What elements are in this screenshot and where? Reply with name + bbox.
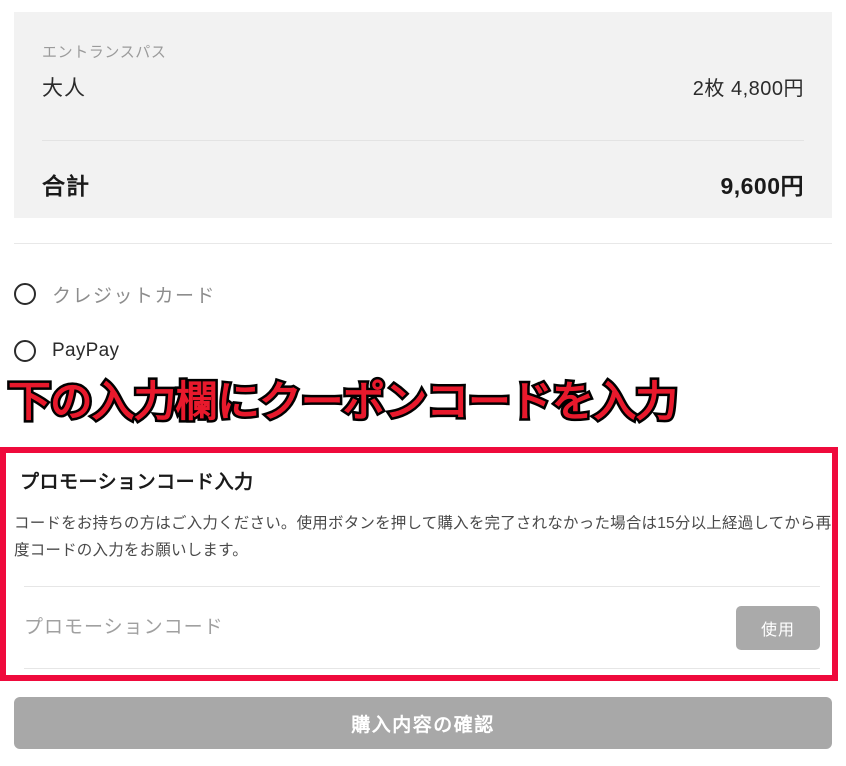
order-summary-card: エントランスパス 大人 2枚 4,800円 合計 9,600円 (14, 12, 832, 218)
payment-option-paypay[interactable]: PayPay (14, 333, 832, 369)
order-item-category: エントランスパス (42, 44, 167, 61)
order-total-row: 合計 9,600円 (42, 167, 804, 201)
payment-method-list: クレジットカード PayPay (14, 276, 832, 390)
order-total-label: 合計 (42, 173, 90, 199)
order-item-price: 2枚 4,800円 (692, 78, 804, 100)
radio-unchecked-icon[interactable] (14, 283, 36, 305)
radio-unchecked-icon[interactable] (14, 340, 36, 362)
summary-divider (42, 140, 804, 141)
promotion-code-description: コードをお持ちの方はご入力ください。使用ボタンを押して購入を完了されなかった場合… (14, 515, 832, 560)
payment-option-label: PayPay (52, 340, 120, 361)
promotion-field-bottom-divider (24, 668, 820, 669)
payment-option-credit-card[interactable]: クレジットカード (14, 276, 832, 312)
promotion-code-title: プロモーションコード入力 (20, 472, 254, 493)
promotion-code-input[interactable] (24, 607, 736, 648)
order-item-name: 大人 (42, 77, 86, 100)
confirm-purchase-button[interactable]: 購入内容の確認 (14, 697, 832, 749)
section-divider (14, 243, 832, 244)
instruction-annotation-overlay: 下の入力欄にクーポンコードを入力 (5, 378, 680, 425)
promotion-code-inner: プロモーションコード入力 コードをお持ちの方はご入力ください。使用ボタンを押して… (6, 453, 832, 675)
promotion-code-section: プロモーションコード入力 コードをお持ちの方はご入力ください。使用ボタンを押して… (0, 447, 838, 681)
promotion-input-row: 使用 (24, 587, 820, 668)
payment-option-label: クレジットカード (52, 285, 217, 307)
order-item-line: 大人 2枚 4,800円 (42, 72, 804, 102)
order-total-value: 9,600円 (720, 173, 804, 199)
order-item-row: エントランスパス 大人 2枚 4,800円 (42, 42, 804, 102)
apply-promotion-button[interactable]: 使用 (736, 605, 820, 650)
